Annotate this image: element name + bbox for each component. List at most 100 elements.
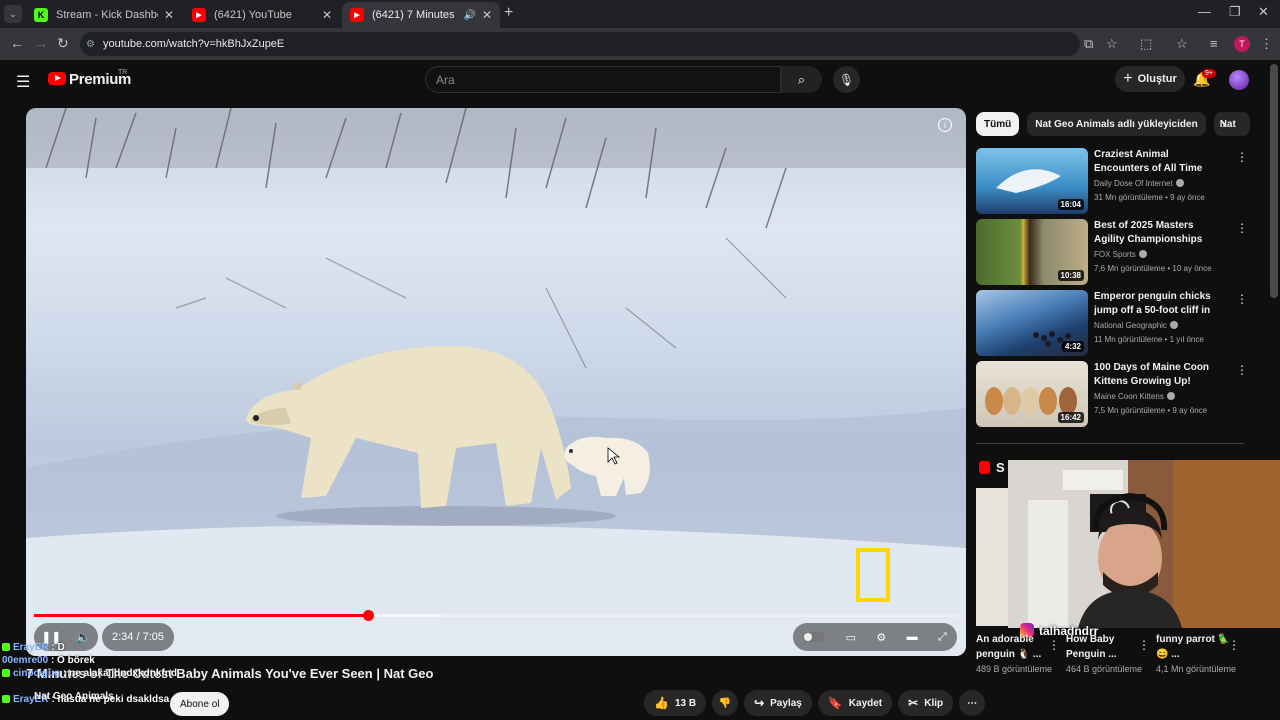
more-vert-icon[interactable]: ⋮ [1138,638,1150,652]
recommendation-title[interactable]: Best of 2025 Masters Agility Championshi… [1094,219,1226,247]
install-app-icon[interactable]: ⧉ [1084,36,1093,52]
address-bar[interactable]: ⚙ youtube.com/watch?v=hkBhJxZupeE [80,32,1080,56]
like-button[interactable]: 👍 13 B [644,690,707,716]
recommendation-item[interactable]: 16:42 100 Days of Maine Coon Kittens Gro… [976,361,1248,427]
video-player[interactable]: i ❚❚ 🔈 2:34 / 7:05 ▭ ⚙ ▬ ⤢ [26,108,966,656]
video-thumbnail[interactable]: 4:32 [976,290,1088,356]
tab-kick-dashboard[interactable]: K Stream - Kick Dashboard ✕ [26,2,182,28]
theater-mode-icon[interactable]: ▬ [907,631,918,643]
more-vert-icon[interactable]: ⋮ [1236,221,1248,235]
minimize-icon[interactable]: — [1198,4,1211,19]
save-button[interactable]: 🔖 Kaydet [817,690,893,716]
browser-menu-icon[interactable]: ⋮ [1260,36,1273,52]
fullscreen-icon[interactable]: ⤢ [938,631,947,644]
recommendation-channel: FOX Sports [1094,250,1147,259]
verified-icon [1169,321,1178,329]
thumbs-up-icon: 👍 [654,696,669,710]
page-scrollbar[interactable] [1270,64,1278,298]
short-views: 4,1 Mn görüntüleme [1156,664,1237,674]
tab-youtube-home[interactable]: ▶ (6421) YouTube ✕ [184,2,340,28]
autoplay-toggle[interactable] [803,632,826,642]
close-window-icon[interactable]: ✕ [1258,4,1269,20]
recommendation-meta: 7,6 Mn görüntüleme • 10 ay önce [1094,264,1212,273]
more-vert-icon[interactable]: ⋮ [1228,638,1240,652]
short-views: 489 B görüntüleme [976,664,1053,674]
new-tab-button[interactable]: + [504,4,513,22]
progress-played [34,614,369,617]
channel-name[interactable]: Nat Geo Animals [34,691,114,702]
chat-badge-icon [2,695,10,703]
tab-close-icon[interactable]: ✕ [322,8,332,22]
video-thumbnail[interactable]: 10:38 [976,219,1088,285]
subtitles-icon[interactable]: ▭ [846,631,856,644]
more-vert-icon[interactable]: ⋮ [1236,292,1248,306]
player-settings-controls: ▭ ⚙ ▬ ⤢ [793,623,957,651]
progress-bar[interactable] [34,610,958,621]
chat-text: : ne alaka jdndxkdnkfnd [63,668,177,679]
recommendation-item[interactable]: 16:04 Craziest Animal Encounters of All … [976,148,1248,214]
scissors-icon: ✂ [908,696,919,710]
search-input[interactable]: Ara [425,66,781,93]
video-frame [26,108,966,656]
create-button[interactable]: + Oluştur [1115,66,1185,92]
duration-badge: 4:32 [1061,341,1084,352]
back-icon[interactable]: ← [10,35,24,51]
bookmark-star-icon[interactable]: ☆ [1106,36,1118,52]
tab-close-icon[interactable]: ✕ [164,8,174,22]
recommendation-title[interactable]: Emperor penguin chicks jump off a 50-foo… [1094,290,1226,318]
account-avatar[interactable] [1229,70,1249,90]
reload-icon[interactable]: ↻ [57,35,69,52]
short-item[interactable]: funny parrot 🦜😄 ... 4,1 Mn görüntüleme ⋮ [1156,632,1241,677]
voice-search-button[interactable]: 🎙 [833,66,860,93]
more-vert-icon[interactable]: ⋮ [1236,363,1248,377]
recommendation-item[interactable]: 4:32 Emperor penguin chicks jump off a 5… [976,290,1248,356]
tab-audio-icon[interactable]: 🔊 [463,10,475,21]
search-button[interactable]: ⌕ [781,66,822,93]
more-vert-icon[interactable]: ⋮ [1048,638,1060,652]
tab-title: Stream - Kick Dashboard [56,9,158,21]
video-thumbnail[interactable]: 16:42 [976,361,1088,427]
recommendation-item[interactable]: 10:38 Best of 2025 Masters Agility Champ… [976,219,1248,285]
recommendation-channel: Maine Coon Kittens [1094,392,1175,401]
more-actions-button[interactable]: ⋯ [959,690,986,716]
recommendation-meta: 31 Mn görüntüleme • 9 ay önce [1094,193,1205,202]
clip-button[interactable]: ✂ Klip [898,690,954,716]
more-vert-icon[interactable]: ⋮ [1236,150,1248,164]
chip-uploader[interactable]: Nat Geo Animals adlı yükleyiciden [1027,112,1206,136]
share-button[interactable]: ↪ Paylaş [744,690,812,716]
extensions-icon[interactable]: ⬚ [1140,36,1152,52]
tab-close-icon[interactable]: ✕ [482,8,492,22]
youtube-favicon-icon: ▶ [192,8,206,22]
tab-youtube-video[interactable]: ▶ (6421) 7 Minutes of The Cu 🔊 ✕ [342,2,500,28]
subscribe-button[interactable]: Abone ol [170,692,230,716]
bookmarks-icon[interactable]: ☆ [1176,36,1188,52]
forward-icon[interactable]: → [34,35,48,51]
chevron-right-icon[interactable]: › [1222,116,1226,131]
duration-badge: 16:42 [1057,412,1084,423]
notification-badge: 9+ [1202,69,1216,78]
search-icon: ⌕ [797,71,806,87]
dislike-button[interactable]: 👎 [712,690,739,716]
recommendation-title[interactable]: 100 Days of Maine Coon Kittens Growing U… [1094,361,1226,389]
site-info-icon[interactable]: ⚙ [86,39,95,50]
video-thumbnail[interactable]: 16:04 [976,148,1088,214]
settings-gear-icon[interactable]: ⚙ [876,631,886,644]
thumbs-down-icon: 👎 [718,697,732,709]
chip-related[interactable]: Nat [1213,112,1250,136]
youtube-masthead: ☰ Premium TR Ara ⌕ 🎙 + Oluştur 🔔 9+ [0,60,1280,100]
info-icon[interactable]: i [938,118,952,132]
recommendation-channel: National Geographic [1094,321,1178,330]
channel-label: National Geographic [1094,321,1167,330]
tab-search-icon[interactable]: ⌄ [4,5,22,23]
media-control-icon[interactable]: ≡ [1210,36,1218,51]
restore-icon[interactable]: ❐ [1229,4,1241,20]
short-thumbnail[interactable] [976,488,1010,626]
chip-all[interactable]: Tümü [976,112,1020,136]
recommendation-title[interactable]: Craziest Animal Encounters of All Time [1094,148,1226,176]
share-label: Paylaş [770,697,802,709]
youtube-logo-icon[interactable] [48,72,66,85]
guide-menu-icon[interactable]: ☰ [16,72,30,92]
browser-profile-avatar[interactable]: T [1234,36,1250,52]
short-item[interactable]: How Baby Penguin ... 464 B görüntüleme ⋮ [1066,632,1151,677]
short-item[interactable]: An adorable penguin 🐧 ... 489 B görüntül… [976,632,1061,677]
